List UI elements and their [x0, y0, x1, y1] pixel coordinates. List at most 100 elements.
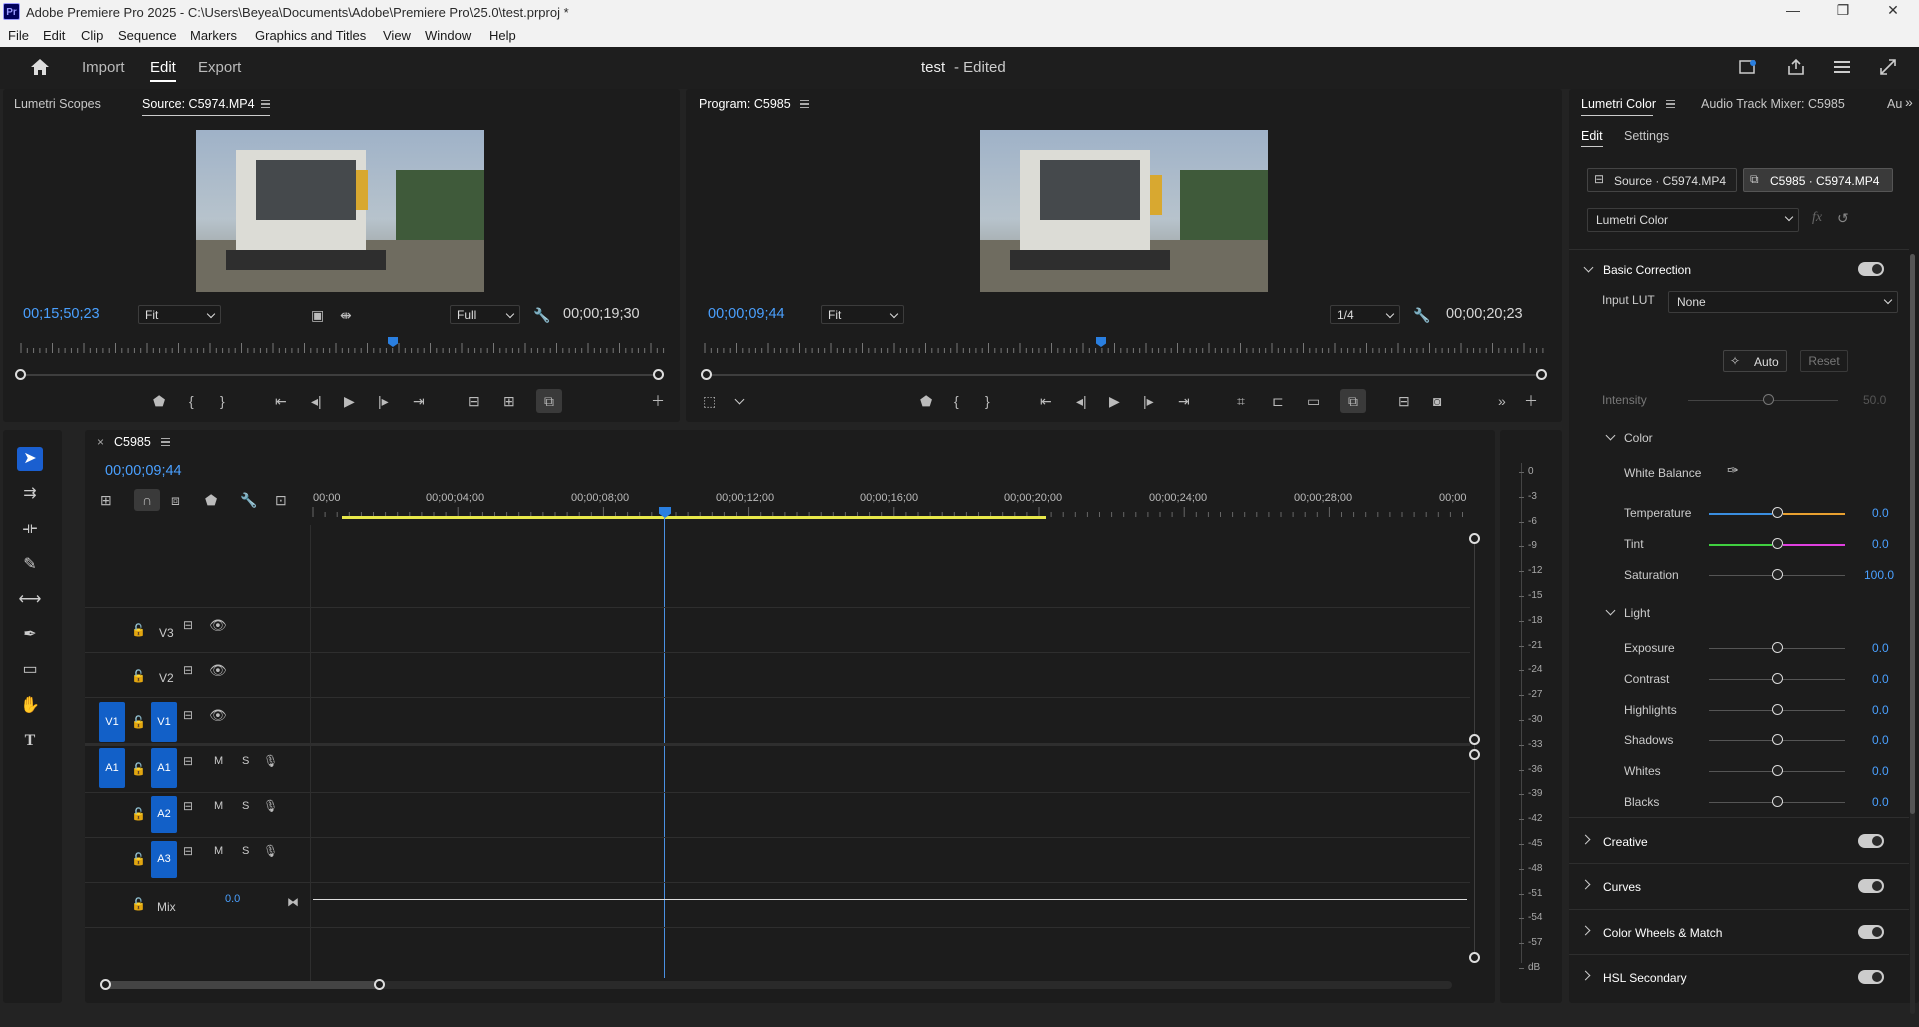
eye-icon[interactable]: 👁	[209, 617, 227, 633]
panel-menu-icon[interactable]	[1666, 100, 1675, 108]
sync-lock-icon[interactable]: ⊟	[183, 707, 193, 723]
hscroll-start-handle[interactable]	[100, 979, 111, 990]
go-to-out-icon[interactable]: ⇥	[1178, 393, 1190, 409]
source-patch-a1[interactable]: A1	[99, 748, 125, 788]
drag-video-icon[interactable]: ⇼	[340, 307, 352, 323]
tab-edit[interactable]: Edit	[150, 59, 176, 76]
color-wheels-toggle[interactable]	[1858, 925, 1884, 939]
sync-lock-icon[interactable]: ⊟	[183, 753, 193, 769]
sync-lock-icon[interactable]: ⊟	[183, 798, 193, 814]
tab-source[interactable]: Source: C5974.MP4	[142, 97, 255, 111]
eye-icon[interactable]: 👁	[209, 707, 227, 723]
intensity-value[interactable]: 50.0	[1863, 393, 1886, 407]
section-curves[interactable]: Curves	[1603, 880, 1641, 894]
temperature-knob[interactable]	[1772, 507, 1783, 518]
lock-icon[interactable]: 🔓	[131, 896, 146, 912]
chevron-down-icon[interactable]	[1583, 262, 1594, 273]
play-icon[interactable]: ▶	[344, 393, 355, 409]
lock-icon[interactable]: 🔓	[131, 761, 146, 777]
add-marker-icon[interactable]: ⬟	[153, 393, 165, 409]
home-icon[interactable]	[29, 57, 51, 77]
track-target-a1[interactable]: A1	[151, 748, 177, 788]
param-value[interactable]: 0.0	[1872, 672, 1889, 686]
go-to-out-icon[interactable]: ⇥	[413, 393, 425, 409]
lock-icon[interactable]: 🔓	[131, 714, 146, 730]
safe-margins-icon[interactable]: ▣	[311, 307, 324, 323]
timeline-settings-wrench-icon[interactable]: 🔧	[240, 492, 257, 508]
param-value[interactable]: 0.0	[1872, 795, 1889, 809]
subtab-settings[interactable]: Settings	[1624, 129, 1669, 143]
intensity-knob[interactable]	[1763, 394, 1774, 405]
source-timecode[interactable]: 00;15;50;23	[23, 306, 100, 322]
tab-export[interactable]: Export	[198, 59, 241, 76]
param-value[interactable]: 0.0	[1872, 703, 1889, 717]
tint-knob[interactable]	[1772, 538, 1783, 549]
menu-view[interactable]: View	[383, 28, 411, 43]
captions-icon[interactable]: ⊡	[275, 492, 287, 508]
param-value[interactable]: 0.0	[1872, 733, 1889, 747]
snap-magnet-icon[interactable]: ∩	[134, 489, 160, 511]
input-lut-dropdown[interactable]: None	[1668, 291, 1898, 313]
menu-markers[interactable]: Markers	[190, 28, 237, 43]
close-sequence-icon[interactable]: ×	[97, 435, 104, 449]
add-marker-icon[interactable]: ⬟	[920, 393, 932, 409]
mark-in-icon[interactable]: {	[189, 393, 194, 409]
tab-program[interactable]: Program: C5985	[699, 97, 791, 111]
param-value[interactable]: 0.0	[1872, 764, 1889, 778]
lumetri-scrollbar-thumb[interactable]	[1910, 254, 1915, 814]
maximize-button[interactable]: ❐	[1823, 2, 1863, 19]
insert-icon[interactable]: ⊟	[468, 393, 480, 409]
temperature-slider-cool[interactable]	[1709, 513, 1772, 515]
camera-icon[interactable]: ◙	[1433, 393, 1441, 409]
menu-clip[interactable]: Clip	[81, 28, 103, 43]
voiceover-mic-icon[interactable]: 🎙	[263, 753, 278, 769]
panel-overflow-icon[interactable]: »	[1905, 94, 1913, 110]
lock-icon[interactable]: 🔓	[131, 806, 146, 822]
step-forward-icon[interactable]: |▸	[378, 393, 389, 409]
mix-volume-value[interactable]: 0.0	[225, 893, 240, 905]
program-timecode[interactable]: 00;00;09;44	[708, 306, 785, 322]
source-clip-button[interactable]: ⊟ Source · C5974.MP4	[1587, 168, 1737, 192]
razor-tool-icon[interactable]: ✎	[17, 553, 43, 577]
overwrite-icon[interactable]: ⊞	[503, 393, 515, 409]
param-knob[interactable]	[1772, 734, 1783, 746]
vscroll-handle[interactable]	[1469, 734, 1480, 745]
source-quality-dropdown[interactable]: Full	[450, 305, 520, 324]
more-icon[interactable]: »	[1498, 393, 1506, 409]
tint-slider-green[interactable]	[1709, 544, 1772, 546]
ripple-edit-tool-icon[interactable]: ⟛	[17, 517, 43, 541]
track-select-tool-icon[interactable]: ⇉	[17, 482, 43, 506]
menu-help[interactable]: Help	[489, 28, 516, 43]
source-zoom-bar[interactable]	[21, 374, 661, 376]
button-editor-plus-icon[interactable]: ＋	[1524, 393, 1538, 409]
section-hsl-secondary[interactable]: HSL Secondary	[1603, 971, 1687, 985]
lock-icon[interactable]: 🔓	[131, 668, 146, 684]
close-button[interactable]: ✕	[1873, 2, 1913, 19]
source-zoom-end-handle[interactable]	[653, 369, 664, 380]
lock-icon[interactable]: 🔓	[131, 622, 146, 638]
mix-volume-line[interactable]	[313, 899, 1467, 900]
eye-icon[interactable]: 👁	[209, 662, 227, 678]
tint-slider-magenta[interactable]	[1783, 544, 1845, 546]
voiceover-mic-icon[interactable]: 🎙	[263, 798, 278, 814]
panel-menu-icon[interactable]	[800, 100, 809, 108]
menu-file[interactable]: File	[8, 28, 29, 43]
mark-out-icon[interactable]: }	[220, 393, 225, 409]
sync-lock-icon[interactable]: ⊟	[183, 843, 193, 859]
chevron-down-icon[interactable]	[734, 394, 745, 405]
creative-toggle[interactable]	[1858, 834, 1884, 848]
hscroll-thumb[interactable]	[105, 981, 380, 989]
program-zoom-dropdown[interactable]: Fit	[821, 305, 904, 324]
tab-overflow[interactable]: Au	[1887, 97, 1902, 111]
hsl-secondary-toggle[interactable]	[1858, 970, 1884, 984]
voiceover-mic-icon[interactable]: 🎙	[263, 843, 278, 859]
section-basic-correction[interactable]: Basic Correction	[1603, 263, 1691, 277]
chevron-right-icon[interactable]	[1580, 834, 1591, 845]
rectangle-tool-icon[interactable]: ▭	[17, 658, 43, 682]
eyedropper-icon[interactable]: ✑	[1727, 462, 1739, 479]
solo-button[interactable]: S	[242, 800, 249, 812]
sync-lock-icon[interactable]: ⊟	[183, 662, 193, 678]
source-zoom-dropdown[interactable]: Fit	[138, 305, 221, 324]
param-value[interactable]: 0.0	[1872, 537, 1889, 551]
linked-selection-icon[interactable]: ⧈	[171, 492, 180, 508]
